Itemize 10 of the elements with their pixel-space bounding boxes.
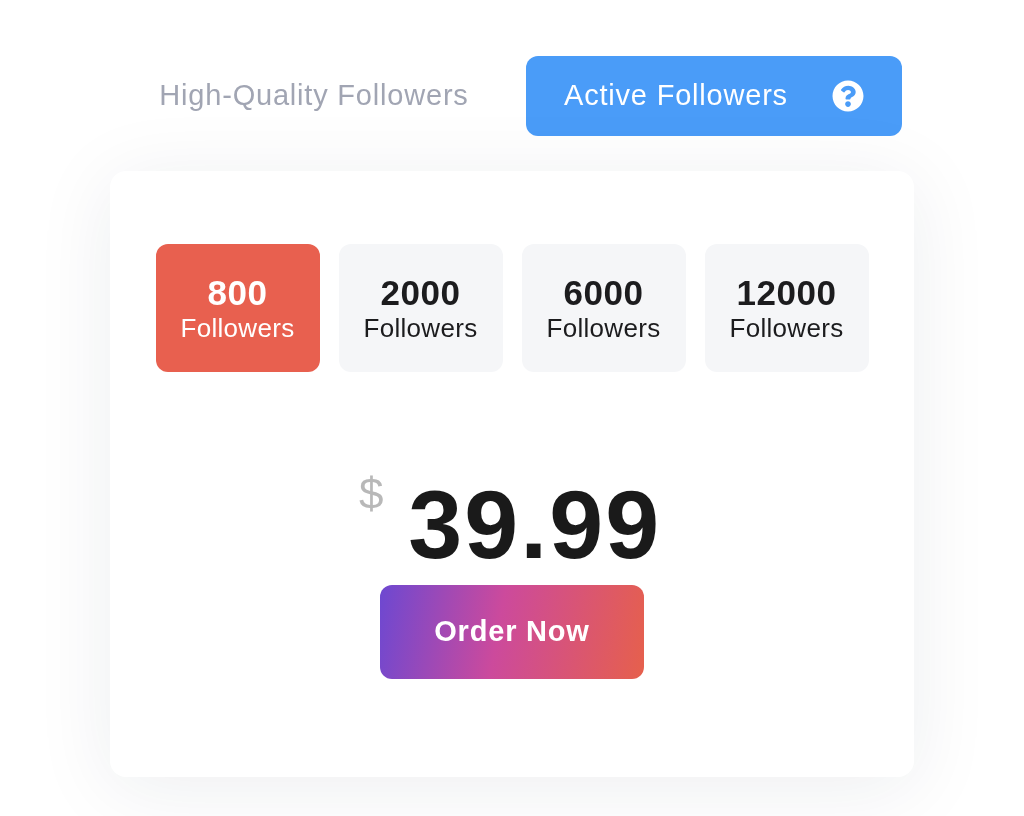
tab[interactable]: Active Followers: [526, 56, 902, 136]
tab[interactable]: High-Quality Followers: [159, 56, 469, 136]
package-option[interactable]: 12000 Followers: [704, 244, 869, 372]
price-amount: 39.99: [408, 476, 662, 573]
package-option[interactable]: 800 Followers: [155, 244, 320, 372]
order-now-button[interactable]: Order Now: [380, 585, 644, 679]
help-icon[interactable]: [832, 80, 864, 112]
package-option[interactable]: 6000 Followers: [521, 244, 686, 372]
currency-symbol: $: [358, 472, 384, 516]
package-option[interactable]: 2000 Followers: [338, 244, 503, 372]
